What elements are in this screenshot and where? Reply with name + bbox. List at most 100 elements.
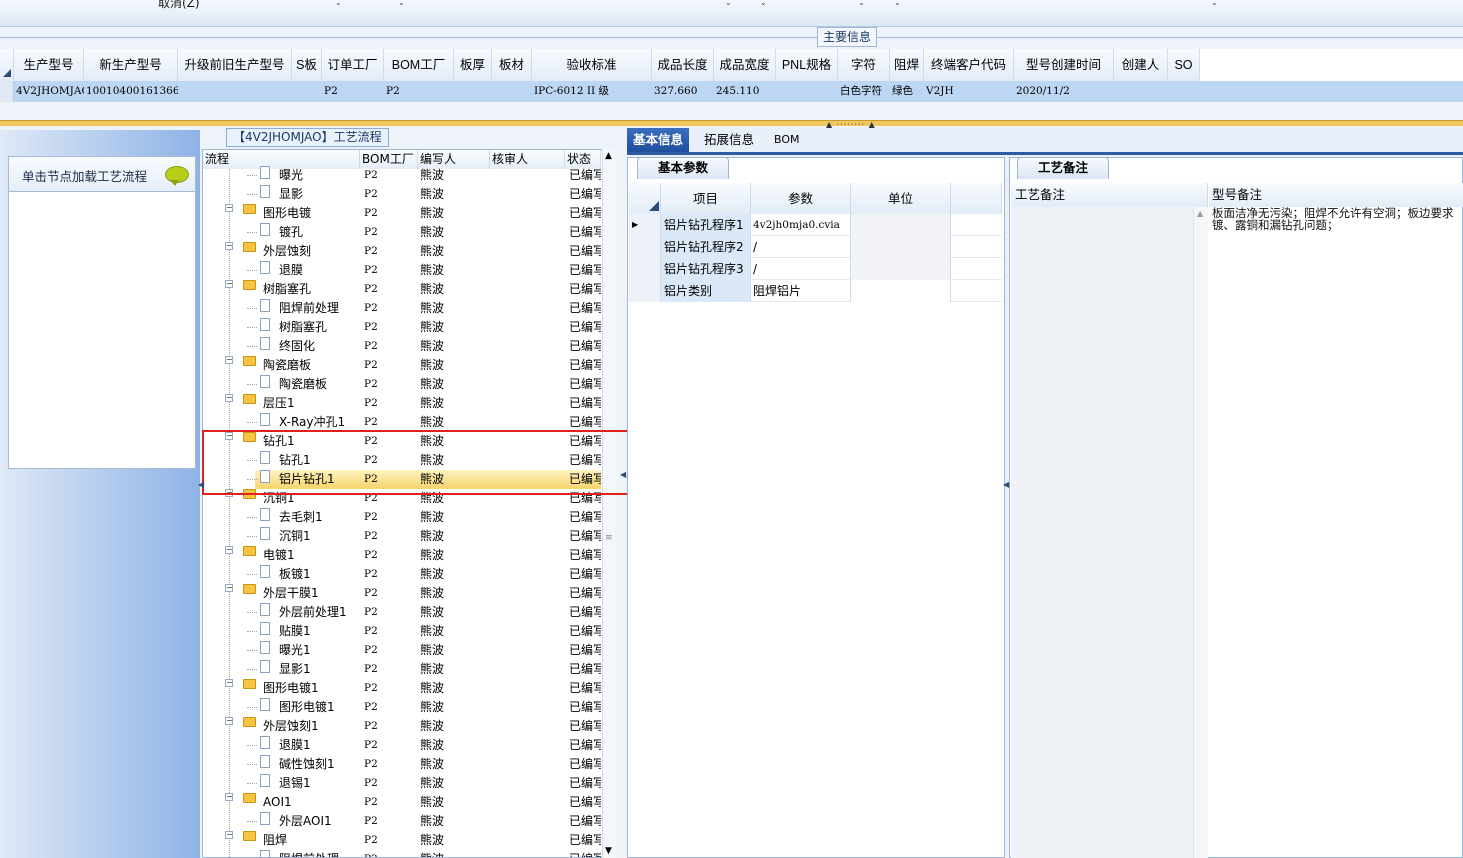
tree-row[interactable]: 退膜1 P2 熊波 已编写 — [203, 736, 601, 755]
collapse-toggle-icon[interactable]: − — [225, 717, 233, 725]
tab-basic-info[interactable]: 基本信息 — [627, 128, 690, 152]
tree-row[interactable]: − 图形电镀1 P2 熊波 已编写 — [203, 679, 601, 698]
params-row[interactable]: 铝片类别 阻焊铝片 — [629, 280, 1002, 302]
tree-row[interactable]: − 外层蚀刻 P2 熊波 已编写 — [203, 242, 601, 261]
column-header[interactable]: 型号创建时间 — [1014, 49, 1114, 81]
collapse-toggle-icon[interactable]: − — [225, 394, 233, 402]
collapse-toggle-icon[interactable]: − — [225, 793, 233, 801]
collapse-toggle-icon[interactable]: − — [225, 280, 233, 288]
row-selector[interactable] — [0, 81, 14, 102]
collapse-toggle-icon[interactable]: − — [225, 242, 233, 250]
column-header[interactable]: 成品长度 — [652, 49, 714, 81]
tree-row[interactable]: 碱性蚀刻1 P2 熊波 已编写 — [203, 755, 601, 774]
table-cell[interactable] — [1114, 81, 1168, 102]
table-cell[interactable] — [178, 81, 292, 102]
chevron-down-icon[interactable]: ⌄ — [858, 0, 865, 7]
table-cell[interactable]: 327.660 — [652, 81, 714, 102]
tree-row[interactable]: 树脂塞孔 P2 熊波 已编写 — [203, 318, 601, 337]
collapse-toggle-icon[interactable]: − — [225, 204, 233, 212]
main-info-grid[interactable]: 生产型号 4V2JHOMJAO 新生产型号 10010400161366 升级前旧生产型… — [0, 49, 1463, 102]
column-header[interactable]: 终端客户代码 — [924, 49, 1014, 81]
table-cell[interactable] — [454, 81, 492, 102]
tree-row[interactable]: 去毛刺1 P2 熊波 已编写 — [203, 508, 601, 527]
table-cell[interactable]: 4V2JHOMJAO — [14, 81, 84, 102]
column-header[interactable]: 升级前旧生产型号 — [178, 49, 292, 81]
chevron-down-icon[interactable]: ⌄ — [760, 0, 767, 7]
model-notes-text[interactable]: 板面洁净无污染；阻焊不允许有空洞；板边要求镀、露铜和漏钻孔问题； — [1212, 207, 1463, 231]
column-header[interactable]: S板 — [292, 49, 322, 81]
tree-row[interactable]: − 电镀1 P2 熊波 已编写 — [203, 546, 601, 565]
table-cell[interactable]: IPC-6012 II 级 — [532, 81, 652, 102]
column-header[interactable]: 验收标准 — [532, 49, 652, 81]
param-value[interactable]: / — [751, 236, 851, 258]
tree-row[interactable]: 显影 P2 熊波 已编写 — [203, 185, 601, 204]
param-unit[interactable] — [851, 258, 951, 280]
tab-extended-info[interactable]: 拓展信息 — [698, 128, 760, 152]
tree-row[interactable]: 显影1 P2 熊波 已编写 — [203, 660, 601, 679]
tree-row[interactable]: 图形电镀1 P2 熊波 已编写 — [203, 698, 601, 717]
column-header[interactable]: 板材 — [492, 49, 532, 81]
tree-row[interactable]: − 层压1 P2 熊波 已编写 — [203, 394, 601, 413]
tree-row[interactable]: 阻焊前处理 P2 熊波 已编写 — [203, 299, 601, 318]
params-row[interactable]: 铝片钻孔程序3/ — [629, 258, 1002, 280]
table-cell[interactable]: P2 — [384, 81, 454, 102]
row-selector[interactable] — [629, 236, 661, 258]
process-notes-field[interactable] — [1011, 207, 1193, 858]
collapse-left-icon[interactable]: ◀ — [620, 470, 626, 479]
tree-row[interactable]: 曝光 P2 熊波 已编写 — [203, 166, 601, 185]
column-header[interactable]: 新生产型号 — [84, 49, 178, 81]
tree-row[interactable]: 陶瓷磨板 P2 熊波 已编写 — [203, 375, 601, 394]
horizontal-splitter[interactable] — [0, 120, 1463, 126]
chevron-down-icon[interactable]: ⌄ — [398, 0, 405, 7]
table-cell[interactable] — [292, 81, 322, 102]
tree-row[interactable]: 贴膜1 P2 熊波 已编写 — [203, 622, 601, 641]
params-header-value[interactable]: 参数 — [751, 183, 851, 214]
column-header[interactable]: 订单工厂 — [322, 49, 384, 81]
column-header[interactable]: 生产型号 — [14, 49, 84, 81]
tree-row[interactable]: − 阻焊 P2 熊波 已编写 — [203, 831, 601, 850]
column-header[interactable]: BOM工厂 — [384, 49, 454, 81]
column-header[interactable]: 字符 — [838, 49, 890, 81]
tree-row[interactable]: − 图形电镀 P2 熊波 已编写 — [203, 204, 601, 223]
chevron-down-icon[interactable]: ⌄ — [894, 0, 901, 7]
grid-corner[interactable] — [0, 49, 14, 81]
tree-row[interactable]: 外层前处理1 P2 熊波 已编写 — [203, 603, 601, 622]
column-header[interactable]: 板厚 — [454, 49, 492, 81]
notes-scrollbar[interactable]: ▲ — [1193, 207, 1208, 858]
tree-row[interactable]: 板镀1 P2 熊波 已编写 — [203, 565, 601, 584]
table-cell[interactable] — [776, 81, 838, 102]
row-selector[interactable] — [629, 280, 661, 302]
row-selector[interactable]: ▶ — [629, 214, 661, 236]
collapse-left-icon[interactable]: ◀ — [1003, 480, 1009, 489]
collapse-toggle-icon[interactable]: − — [225, 356, 233, 364]
params-grid-corner[interactable] — [629, 183, 661, 214]
table-cell[interactable]: 2020/11/2 — [1014, 81, 1114, 102]
param-unit[interactable] — [851, 236, 951, 258]
tree-row[interactable]: 终固化 P2 熊波 已编写 — [203, 337, 601, 356]
column-header[interactable]: 成品宽度 — [714, 49, 776, 81]
params-row[interactable]: 铝片钻孔程序2/ — [629, 236, 1002, 258]
table-cell[interactable]: P2 — [322, 81, 384, 102]
tree-row[interactable]: 退锡1 P2 熊波 已编写 — [203, 774, 601, 793]
table-cell[interactable]: 10010400161366 — [84, 81, 178, 102]
table-cell[interactable]: 245.110 — [714, 81, 776, 102]
tree-row[interactable]: 退膜 P2 熊波 已编写 — [203, 261, 601, 280]
tree-row[interactable]: − AOI1 P2 熊波 已编写 — [203, 793, 601, 812]
params-row[interactable]: ▶ 铝片钻孔程序1 4v2jh0mja0.cvia — [629, 214, 1002, 236]
param-unit[interactable] — [851, 214, 951, 236]
tree-scrollbar[interactable]: ▲ ≡ ▼ — [602, 149, 617, 858]
tree-row[interactable]: − 树脂塞孔 P2 熊波 已编写 — [203, 280, 601, 299]
tree-row[interactable]: 曝光1 P2 熊波 已编写 — [203, 641, 601, 660]
tree-row[interactable]: 镀孔 P2 熊波 已编写 — [203, 223, 601, 242]
scroll-up-icon[interactable]: ▲ — [605, 151, 612, 161]
model-notes-header[interactable]: 型号备注 — [1209, 183, 1463, 207]
column-header[interactable]: SO — [1168, 49, 1200, 81]
collapse-toggle-icon[interactable]: − — [225, 584, 233, 592]
tree-row[interactable]: − 外层蚀刻1 P2 熊波 已编写 — [203, 717, 601, 736]
scroll-up-icon[interactable]: ▲ — [1197, 209, 1203, 218]
scroll-grip-icon[interactable]: ≡ — [605, 533, 613, 543]
tree-row[interactable]: − 陶瓷磨板 P2 熊波 已编写 — [203, 356, 601, 375]
tab-bom[interactable]: BOM — [768, 128, 806, 152]
param-value[interactable]: 阻焊铝片 — [751, 280, 851, 302]
param-value[interactable]: 4v2jh0mja0.cvia — [751, 214, 851, 236]
